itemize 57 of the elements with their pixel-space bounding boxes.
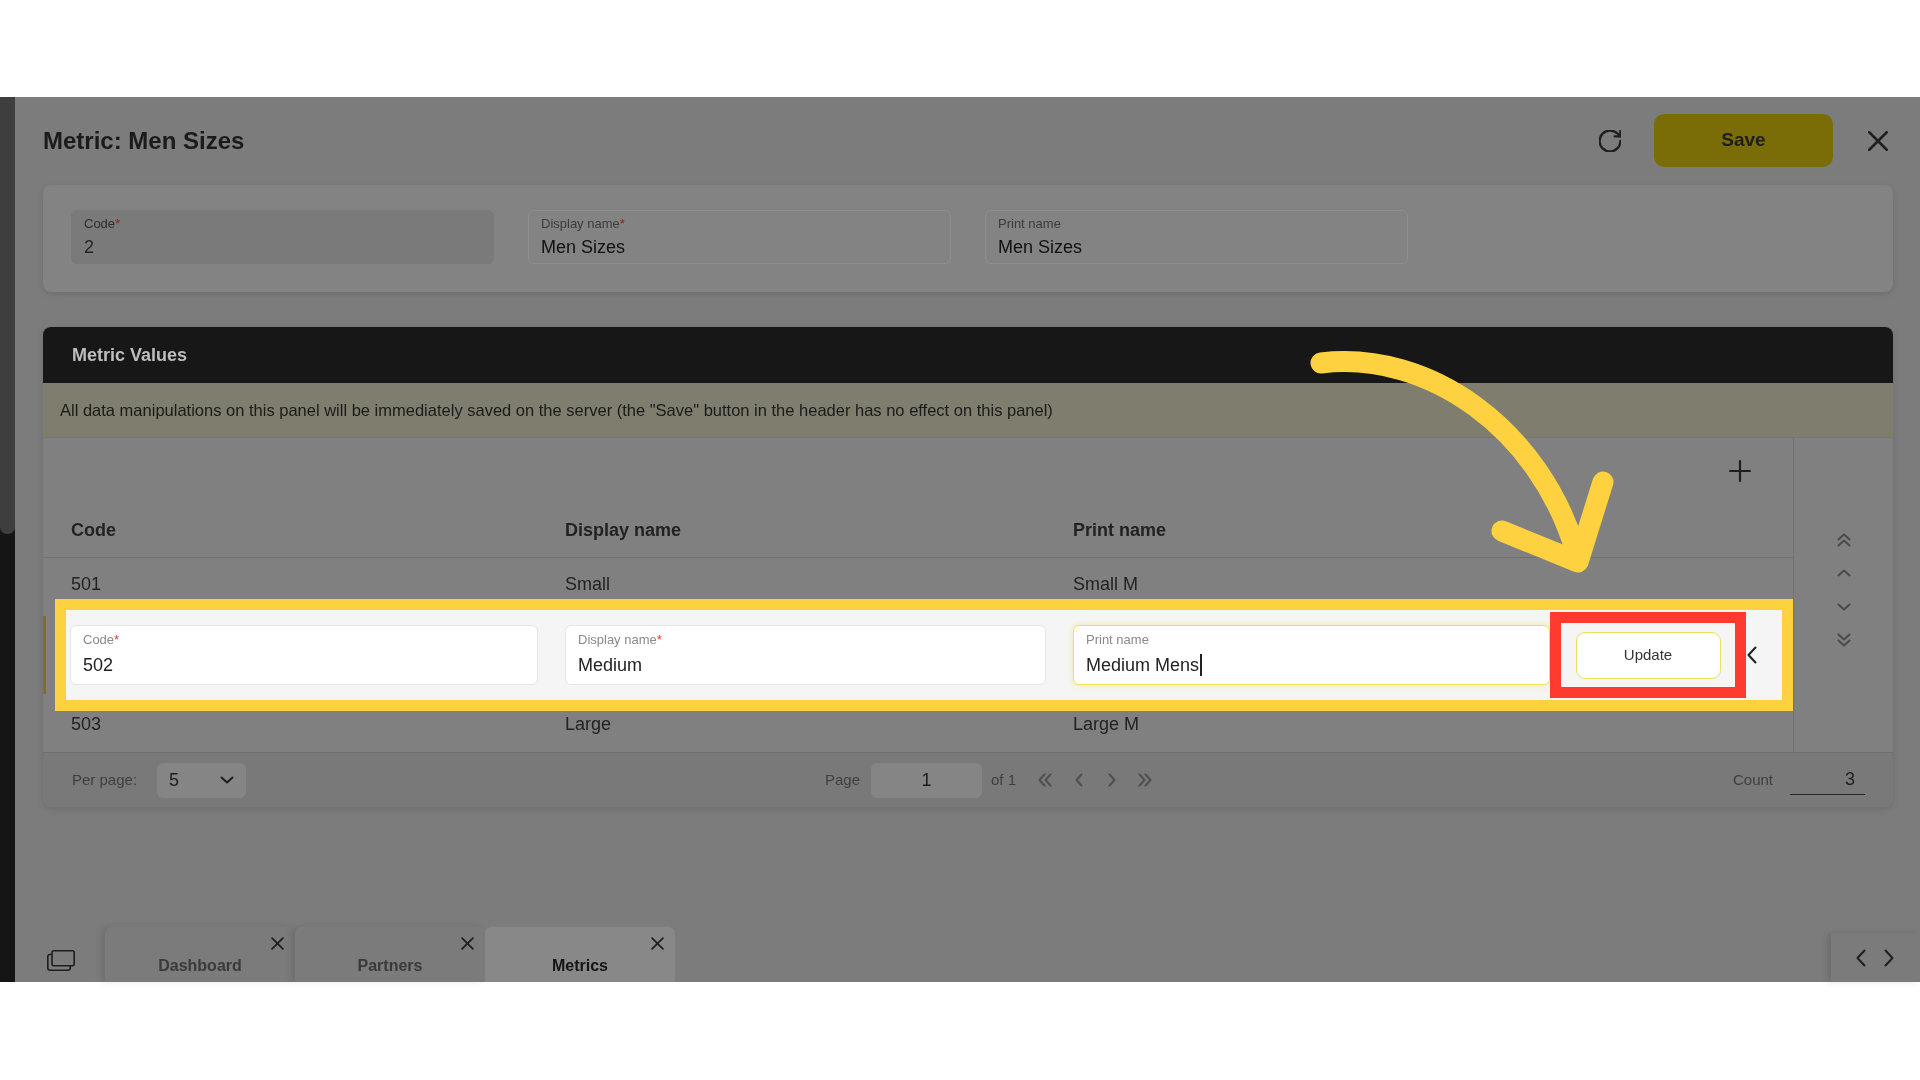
tab[interactable]: Dashboard — [105, 927, 295, 982]
field-label: Code* — [83, 632, 120, 648]
text-cursor — [1200, 654, 1203, 676]
close-icon[interactable] — [1868, 130, 1888, 151]
column-header: Print name — [1073, 519, 1167, 540]
chevron-left-icon[interactable] — [1747, 646, 1757, 664]
chevron-down-icon[interactable] — [1836, 603, 1851, 611]
chevron-down-icon — [220, 776, 234, 784]
page-field[interactable]: 1 — [871, 762, 982, 798]
column-header: Code — [71, 519, 116, 540]
field-value: Medium — [578, 654, 643, 677]
windows-icon[interactable] — [47, 950, 75, 971]
table-cell: 503 — [71, 714, 102, 734]
field-label: Print name — [1086, 632, 1149, 648]
column-header: Display name — [565, 519, 682, 540]
close-icon[interactable] — [461, 937, 474, 950]
chevron-up-icon[interactable] — [1836, 569, 1851, 577]
field-label: Display name* — [541, 216, 625, 232]
tab[interactable]: Partners — [295, 927, 485, 982]
update-button[interactable]: Update — [1575, 631, 1721, 679]
count-field: 3 — [1790, 765, 1865, 795]
double-chevron-down-icon[interactable] — [1836, 633, 1851, 647]
field-value: Medium Mens — [1086, 654, 1200, 677]
double-chevron-up-icon[interactable] — [1836, 533, 1851, 547]
page-total: of 1 — [991, 769, 1017, 790]
notice-text: All data manipulations on this panel will be immediately saved on the server (the "Save" button in the header has no effect on this panel) — [60, 399, 1053, 421]
add-icon[interactable] — [1729, 459, 1751, 482]
count-label: Count — [1732, 769, 1773, 790]
panel-title: Metric Values — [72, 343, 188, 367]
per-page-label: Per page: — [72, 769, 139, 790]
field-label: Print name — [998, 216, 1061, 232]
table-cell: Large — [565, 714, 612, 734]
refresh-icon[interactable] — [1599, 129, 1621, 152]
text-field[interactable]: Print name Medium Mens — [1073, 625, 1550, 685]
save-button[interactable]: Save — [1654, 114, 1833, 167]
field-value: 502 — [83, 654, 114, 677]
close-icon[interactable] — [651, 937, 664, 950]
tab[interactable]: Metrics — [485, 927, 675, 982]
chevron-right-icon[interactable] — [1884, 948, 1894, 967]
text-field[interactable]: Print name Men Sizes — [985, 210, 1408, 264]
field-value: Men Sizes — [998, 236, 1083, 259]
field-value: 2 — [84, 236, 94, 259]
table-cell: Small M — [1073, 574, 1138, 594]
page-title: Metric: Men Sizes — [43, 125, 245, 156]
field-label: Display name* — [578, 632, 662, 648]
field-label: Code* — [84, 216, 121, 232]
text-field[interactable]: Display name* Medium — [565, 625, 1046, 685]
table-cell: Large M — [1073, 714, 1140, 734]
text-field[interactable]: Code* 502 — [70, 625, 538, 685]
text-field[interactable]: Display name* Men Sizes — [528, 210, 951, 264]
close-icon[interactable] — [271, 937, 284, 950]
per-page-select[interactable]: 5 — [157, 762, 246, 798]
field-value: Men Sizes — [541, 236, 626, 259]
scrollbar-thumb[interactable] — [0, 97, 15, 534]
page-label: Page — [825, 769, 862, 790]
table-cell: Small — [565, 574, 610, 594]
table-cell: 501 — [71, 574, 102, 594]
